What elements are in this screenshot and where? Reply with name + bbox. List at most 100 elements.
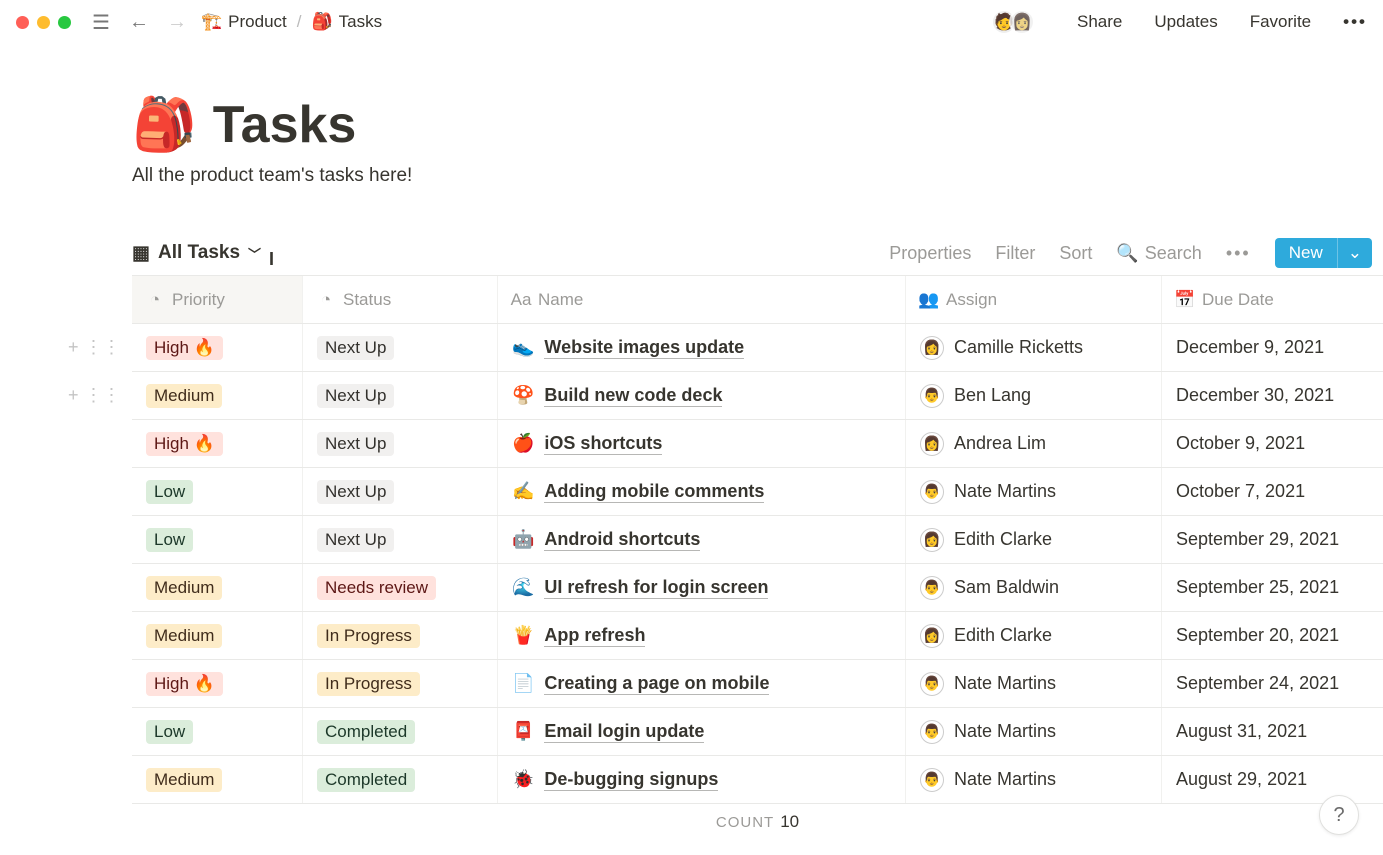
priority-cell[interactable]: Medium (132, 372, 302, 419)
new-button-dropdown-icon[interactable]: ⌄ (1337, 238, 1372, 268)
help-button[interactable]: ? (1319, 795, 1359, 835)
view-more-icon[interactable]: ••• (1226, 243, 1251, 264)
priority-cell[interactable]: High 🔥 (132, 660, 302, 707)
page-emoji-icon: 🌊 (512, 577, 534, 598)
table-row[interactable]: +⋮⋮MediumIn Progress🍟App refresh👩Edith C… (132, 612, 1383, 660)
filter-button[interactable]: Filter (995, 243, 1035, 264)
breadcrumb[interactable]: 🏗️ Product / 🎒 Tasks (201, 12, 382, 32)
due-cell[interactable]: August 31, 2021 (1161, 708, 1381, 755)
close-window-button[interactable] (16, 16, 29, 29)
sort-button[interactable]: Sort (1059, 243, 1092, 264)
due-cell[interactable]: October 9, 2021 (1161, 420, 1381, 467)
page-icon[interactable]: 🎒 (132, 94, 197, 155)
due-cell[interactable]: December 30, 2021 (1161, 372, 1381, 419)
status-cell[interactable]: Next Up (302, 324, 497, 371)
due-cell[interactable]: August 29, 2021 (1161, 756, 1381, 803)
sidebar-toggle-icon[interactable]: ☰ (87, 8, 115, 36)
add-row-icon[interactable]: + (68, 337, 79, 358)
status-cell[interactable]: Next Up (302, 468, 497, 515)
status-cell[interactable]: Needs review (302, 564, 497, 611)
priority-cell[interactable]: High 🔥 (132, 420, 302, 467)
priority-cell[interactable]: Medium (132, 756, 302, 803)
properties-button[interactable]: Properties (889, 243, 971, 264)
new-button[interactable]: New ⌄ (1275, 238, 1372, 268)
name-cell[interactable]: ✍️Adding mobile comments (497, 468, 905, 515)
nav-back-icon[interactable]: ← (125, 8, 153, 36)
due-cell[interactable]: September 29, 2021 (1161, 516, 1381, 563)
drag-handle-icon[interactable]: ⋮⋮ (85, 337, 121, 358)
name-cell[interactable]: 👟Website images update (497, 324, 905, 371)
name-cell[interactable]: 🍎iOS shortcuts (497, 420, 905, 467)
name-cell[interactable]: 🐞De-bugging signups (497, 756, 905, 803)
page-emoji-icon: 📮 (512, 721, 534, 742)
status-cell[interactable]: Completed (302, 708, 497, 755)
status-cell[interactable]: Completed (302, 756, 497, 803)
priority-cell[interactable]: Medium (132, 564, 302, 611)
page-title[interactable]: 🎒 Tasks (132, 94, 1372, 155)
name-cell[interactable]: 📮Email login update (497, 708, 905, 755)
name-cell[interactable]: 🍄Build new code deck (497, 372, 905, 419)
nav-forward-icon[interactable]: → (163, 8, 191, 36)
more-menu-icon[interactable]: ••• (1343, 12, 1367, 32)
priority-cell[interactable]: Low (132, 708, 302, 755)
minimize-window-button[interactable] (37, 16, 50, 29)
add-row-icon[interactable]: + (68, 385, 79, 406)
assign-cell[interactable]: 👨Nate Martins (905, 468, 1161, 515)
page-title-text[interactable]: Tasks (213, 95, 357, 155)
column-header-status[interactable]: ◔Status (302, 276, 497, 323)
priority-cell[interactable]: Low (132, 468, 302, 515)
priority-cell[interactable]: Low (132, 516, 302, 563)
assign-cell[interactable]: 👨Nate Martins (905, 708, 1161, 755)
table-row[interactable]: +⋮⋮LowCompleted📮Email login update👨Nate … (132, 708, 1383, 756)
column-header-due[interactable]: 📅Due Date (1161, 276, 1381, 323)
assign-cell[interactable]: 👩Edith Clarke (905, 612, 1161, 659)
table-row[interactable]: +⋮⋮MediumNext Up🍄Build new code deck👨Ben… (132, 372, 1383, 420)
status-cell[interactable]: Next Up (302, 420, 497, 467)
priority-cell[interactable]: High 🔥 (132, 324, 302, 371)
view-picker[interactable]: ▦ All Tasks ﹀ I (132, 242, 274, 265)
page-emoji-icon: 🐞 (512, 769, 534, 790)
table-row[interactable]: +⋮⋮MediumNeeds review🌊UI refresh for log… (132, 564, 1383, 612)
column-header-name[interactable]: AaName (497, 276, 905, 323)
due-cell[interactable]: September 24, 2021 (1161, 660, 1381, 707)
due-cell[interactable]: October 7, 2021 (1161, 468, 1381, 515)
priority-cell[interactable]: Medium (132, 612, 302, 659)
column-header-assign[interactable]: 👥Assign (905, 276, 1161, 323)
table-row[interactable]: +⋮⋮LowNext Up✍️Adding mobile comments👨Na… (132, 468, 1383, 516)
presence-avatars[interactable]: 🧑 👩 (991, 9, 1035, 35)
assign-cell[interactable]: 👨Ben Lang (905, 372, 1161, 419)
breadcrumb-parent[interactable]: Product (228, 12, 287, 32)
assign-cell[interactable]: 👩Edith Clarke (905, 516, 1161, 563)
assign-cell[interactable]: 👩Camille Ricketts (905, 324, 1161, 371)
assign-cell[interactable]: 👩Andrea Lim (905, 420, 1161, 467)
search-button[interactable]: 🔍 Search (1116, 243, 1201, 264)
page-subtitle[interactable]: All the product team's tasks here! (132, 165, 1372, 187)
column-header-priority[interactable]: ◔Priority (132, 276, 302, 323)
name-cell[interactable]: 🍟App refresh (497, 612, 905, 659)
due-date: October 9, 2021 (1176, 433, 1305, 454)
name-cell[interactable]: 🌊UI refresh for login screen (497, 564, 905, 611)
status-cell[interactable]: In Progress (302, 612, 497, 659)
assign-cell[interactable]: 👨Sam Baldwin (905, 564, 1161, 611)
assign-cell[interactable]: 👨Nate Martins (905, 756, 1161, 803)
name-cell[interactable]: 📄Creating a page on mobile (497, 660, 905, 707)
table-row[interactable]: +⋮⋮High 🔥In Progress📄Creating a page on … (132, 660, 1383, 708)
due-cell[interactable]: December 9, 2021 (1161, 324, 1381, 371)
updates-button[interactable]: Updates (1154, 12, 1217, 32)
favorite-button[interactable]: Favorite (1250, 12, 1311, 32)
table-row[interactable]: +⋮⋮High 🔥Next Up🍎iOS shortcuts👩Andrea Li… (132, 420, 1383, 468)
breadcrumb-page[interactable]: Tasks (339, 12, 382, 32)
status-cell[interactable]: Next Up (302, 516, 497, 563)
due-cell[interactable]: September 20, 2021 (1161, 612, 1381, 659)
share-button[interactable]: Share (1077, 12, 1122, 32)
name-cell[interactable]: 🤖Android shortcuts (497, 516, 905, 563)
due-cell[interactable]: September 25, 2021 (1161, 564, 1381, 611)
drag-handle-icon[interactable]: ⋮⋮ (85, 385, 121, 406)
table-row[interactable]: +⋮⋮MediumCompleted🐞De-bugging signups👨Na… (132, 756, 1383, 804)
assign-cell[interactable]: 👨Nate Martins (905, 660, 1161, 707)
table-row[interactable]: +⋮⋮High 🔥Next Up👟Website images update👩C… (132, 324, 1383, 372)
status-cell[interactable]: Next Up (302, 372, 497, 419)
status-cell[interactable]: In Progress (302, 660, 497, 707)
zoom-window-button[interactable] (58, 16, 71, 29)
table-row[interactable]: +⋮⋮LowNext Up🤖Android shortcuts👩Edith Cl… (132, 516, 1383, 564)
